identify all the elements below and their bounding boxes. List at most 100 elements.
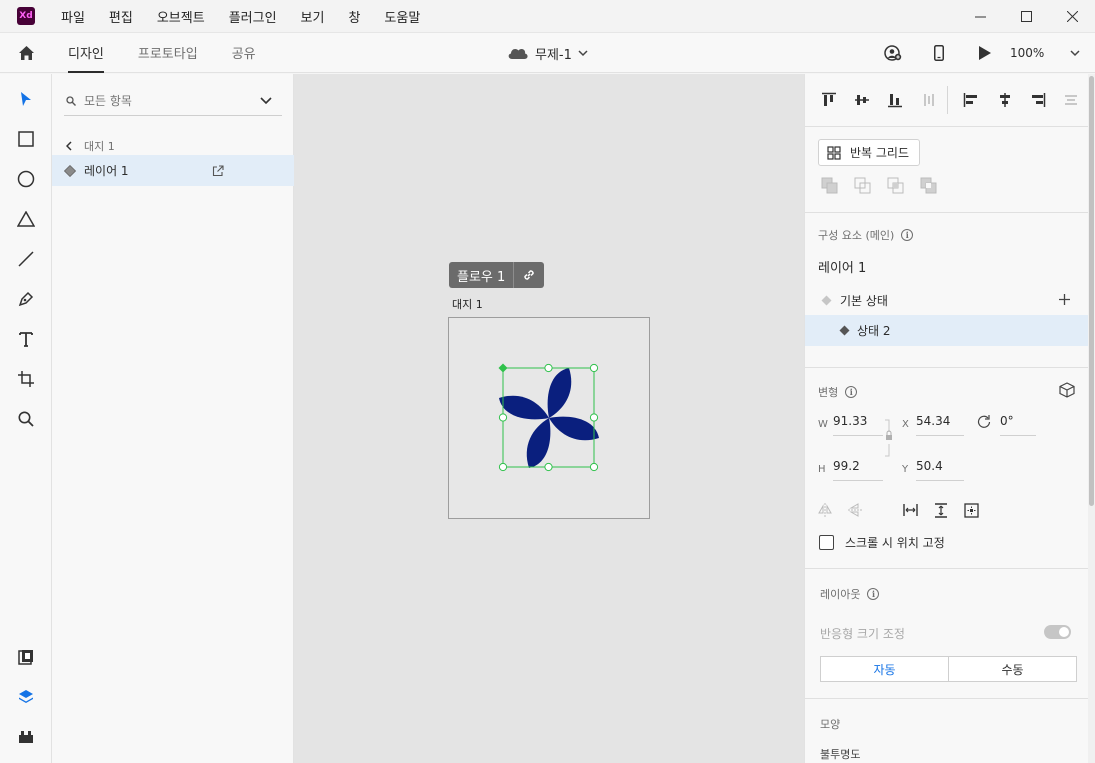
width-field[interactable]: 91.33 (833, 414, 883, 436)
y-field[interactable]: 50.4 (916, 459, 964, 481)
y-label: Y (902, 464, 909, 475)
fit-controls (903, 503, 979, 518)
pen-tool[interactable] (0, 279, 52, 319)
align-bottom-icon (888, 94, 903, 108)
minimize-button[interactable] (957, 0, 1003, 33)
exclude-overlap-icon[interactable] (920, 177, 937, 194)
document-title[interactable]: 무제-1 (507, 33, 588, 73)
ellipse-tool[interactable] (0, 159, 52, 199)
line-tool[interactable] (0, 239, 52, 279)
resize-handle[interactable] (589, 462, 599, 472)
component-name[interactable]: 레이어 1 (818, 257, 866, 276)
tab-share[interactable]: 공유 (232, 33, 256, 73)
menu-view[interactable]: 보기 (301, 7, 325, 26)
info-icon[interactable]: i (901, 229, 914, 241)
align-middle-button[interactable] (845, 85, 878, 115)
plugins-button[interactable] (0, 717, 52, 757)
lock-icon[interactable] (882, 418, 896, 458)
main-component-handle[interactable] (498, 363, 508, 373)
polygon-tool[interactable] (0, 199, 52, 239)
x-field[interactable]: 54.34 (916, 414, 964, 436)
subtract-icon[interactable] (854, 177, 871, 194)
scroll-thumb[interactable] (1089, 76, 1094, 506)
align-left-button[interactable] (954, 85, 987, 115)
align-center-button[interactable] (988, 85, 1021, 115)
menu-file[interactable]: 파일 (61, 7, 85, 26)
grid-icon (827, 145, 841, 160)
external-link-icon[interactable] (212, 164, 224, 177)
rectangle-tool[interactable] (0, 119, 52, 159)
pinwheel-shape[interactable] (499, 368, 599, 468)
home-button[interactable] (0, 33, 52, 73)
document-assets-button[interactable] (0, 637, 52, 677)
resize-handle[interactable] (498, 462, 508, 472)
add-user-icon (884, 45, 902, 61)
intersect-icon[interactable] (887, 177, 904, 194)
checkbox-box[interactable] (819, 535, 834, 550)
canvas[interactable]: 플로우 1 대지 1 (294, 74, 804, 763)
flip-vertical-icon[interactable] (848, 503, 862, 517)
responsive-resize-toggle[interactable] (1044, 625, 1071, 639)
align-right-button[interactable] (1021, 85, 1054, 115)
align-top-button[interactable] (812, 85, 845, 115)
tab-prototype[interactable]: 프로토타입 (138, 33, 198, 73)
artboard-label[interactable]: 대지 1 (452, 296, 483, 312)
menu-help[interactable]: 도움말 (384, 7, 420, 26)
fit-both-icon[interactable] (964, 503, 979, 518)
fit-height-icon[interactable] (934, 503, 948, 518)
layer-row[interactable]: 레이어 1 (52, 155, 294, 186)
home-icon (18, 45, 34, 60)
resize-handle[interactable] (544, 462, 553, 472)
manual-option[interactable]: 수동 (949, 657, 1076, 681)
resize-handle[interactable] (498, 413, 508, 422)
layer-search[interactable] (64, 86, 282, 116)
invite-button[interactable] (870, 45, 916, 61)
state-2-row[interactable]: 상태 2 (805, 315, 1088, 346)
layers-button[interactable] (0, 677, 52, 717)
artboard[interactable] (448, 317, 650, 519)
distribute-horizontal-button[interactable] (912, 85, 945, 115)
play-icon (979, 46, 991, 60)
device-preview-button[interactable] (916, 45, 962, 61)
menu-object[interactable]: 오브젝트 (157, 7, 205, 26)
ellipse-icon (17, 170, 35, 188)
height-field[interactable]: 99.2 (833, 459, 883, 481)
resize-handle[interactable] (589, 363, 599, 373)
resize-handle[interactable] (544, 363, 553, 373)
artboard-tool[interactable] (0, 359, 52, 399)
distribute-vertical-button[interactable] (1055, 85, 1088, 115)
play-preview-button[interactable] (962, 46, 1008, 60)
repeat-grid-button[interactable]: 반복 그리드 (818, 139, 921, 166)
select-tool[interactable] (0, 79, 52, 119)
text-tool[interactable] (0, 319, 52, 359)
rotation-field[interactable]: 0° (1000, 414, 1036, 436)
auto-option[interactable]: 자동 (821, 657, 949, 681)
inspector-scrollbar[interactable] (1088, 74, 1095, 763)
tab-design[interactable]: 디자인 (68, 33, 104, 73)
share-link-button[interactable] (514, 262, 544, 288)
maximize-button[interactable] (1003, 0, 1049, 33)
zoom-select[interactable]: 100% (1010, 46, 1085, 60)
boolean-ops (821, 177, 937, 194)
flip-horizontal-icon[interactable] (818, 503, 832, 517)
align-bottom-button[interactable] (879, 85, 912, 115)
add-state-icon[interactable] (1059, 294, 1070, 305)
search-input[interactable] (84, 93, 254, 108)
close-button[interactable] (1049, 0, 1095, 33)
resize-handle[interactable] (589, 413, 599, 422)
plugin-icon (19, 731, 33, 743)
info-icon[interactable]: i (867, 588, 880, 600)
union-icon[interactable] (821, 177, 838, 194)
fix-position-checkbox[interactable]: 스크롤 시 위치 고정 (819, 534, 945, 551)
zoom-tool[interactable] (0, 399, 52, 439)
fit-width-icon[interactable] (903, 503, 918, 517)
chevron-down-icon[interactable] (260, 96, 272, 105)
3d-transform-icon[interactable] (1059, 382, 1075, 398)
flow-pill[interactable]: 플로우 1 (449, 262, 545, 288)
default-state-row[interactable]: 기본 상태 (821, 292, 888, 309)
breadcrumb[interactable]: 대지 1 (66, 138, 115, 154)
info-icon[interactable]: i (845, 386, 858, 398)
menu-plugins[interactable]: 플러그인 (229, 7, 277, 26)
menu-edit[interactable]: 편집 (109, 7, 133, 26)
menu-window[interactable]: 창 (348, 7, 360, 26)
